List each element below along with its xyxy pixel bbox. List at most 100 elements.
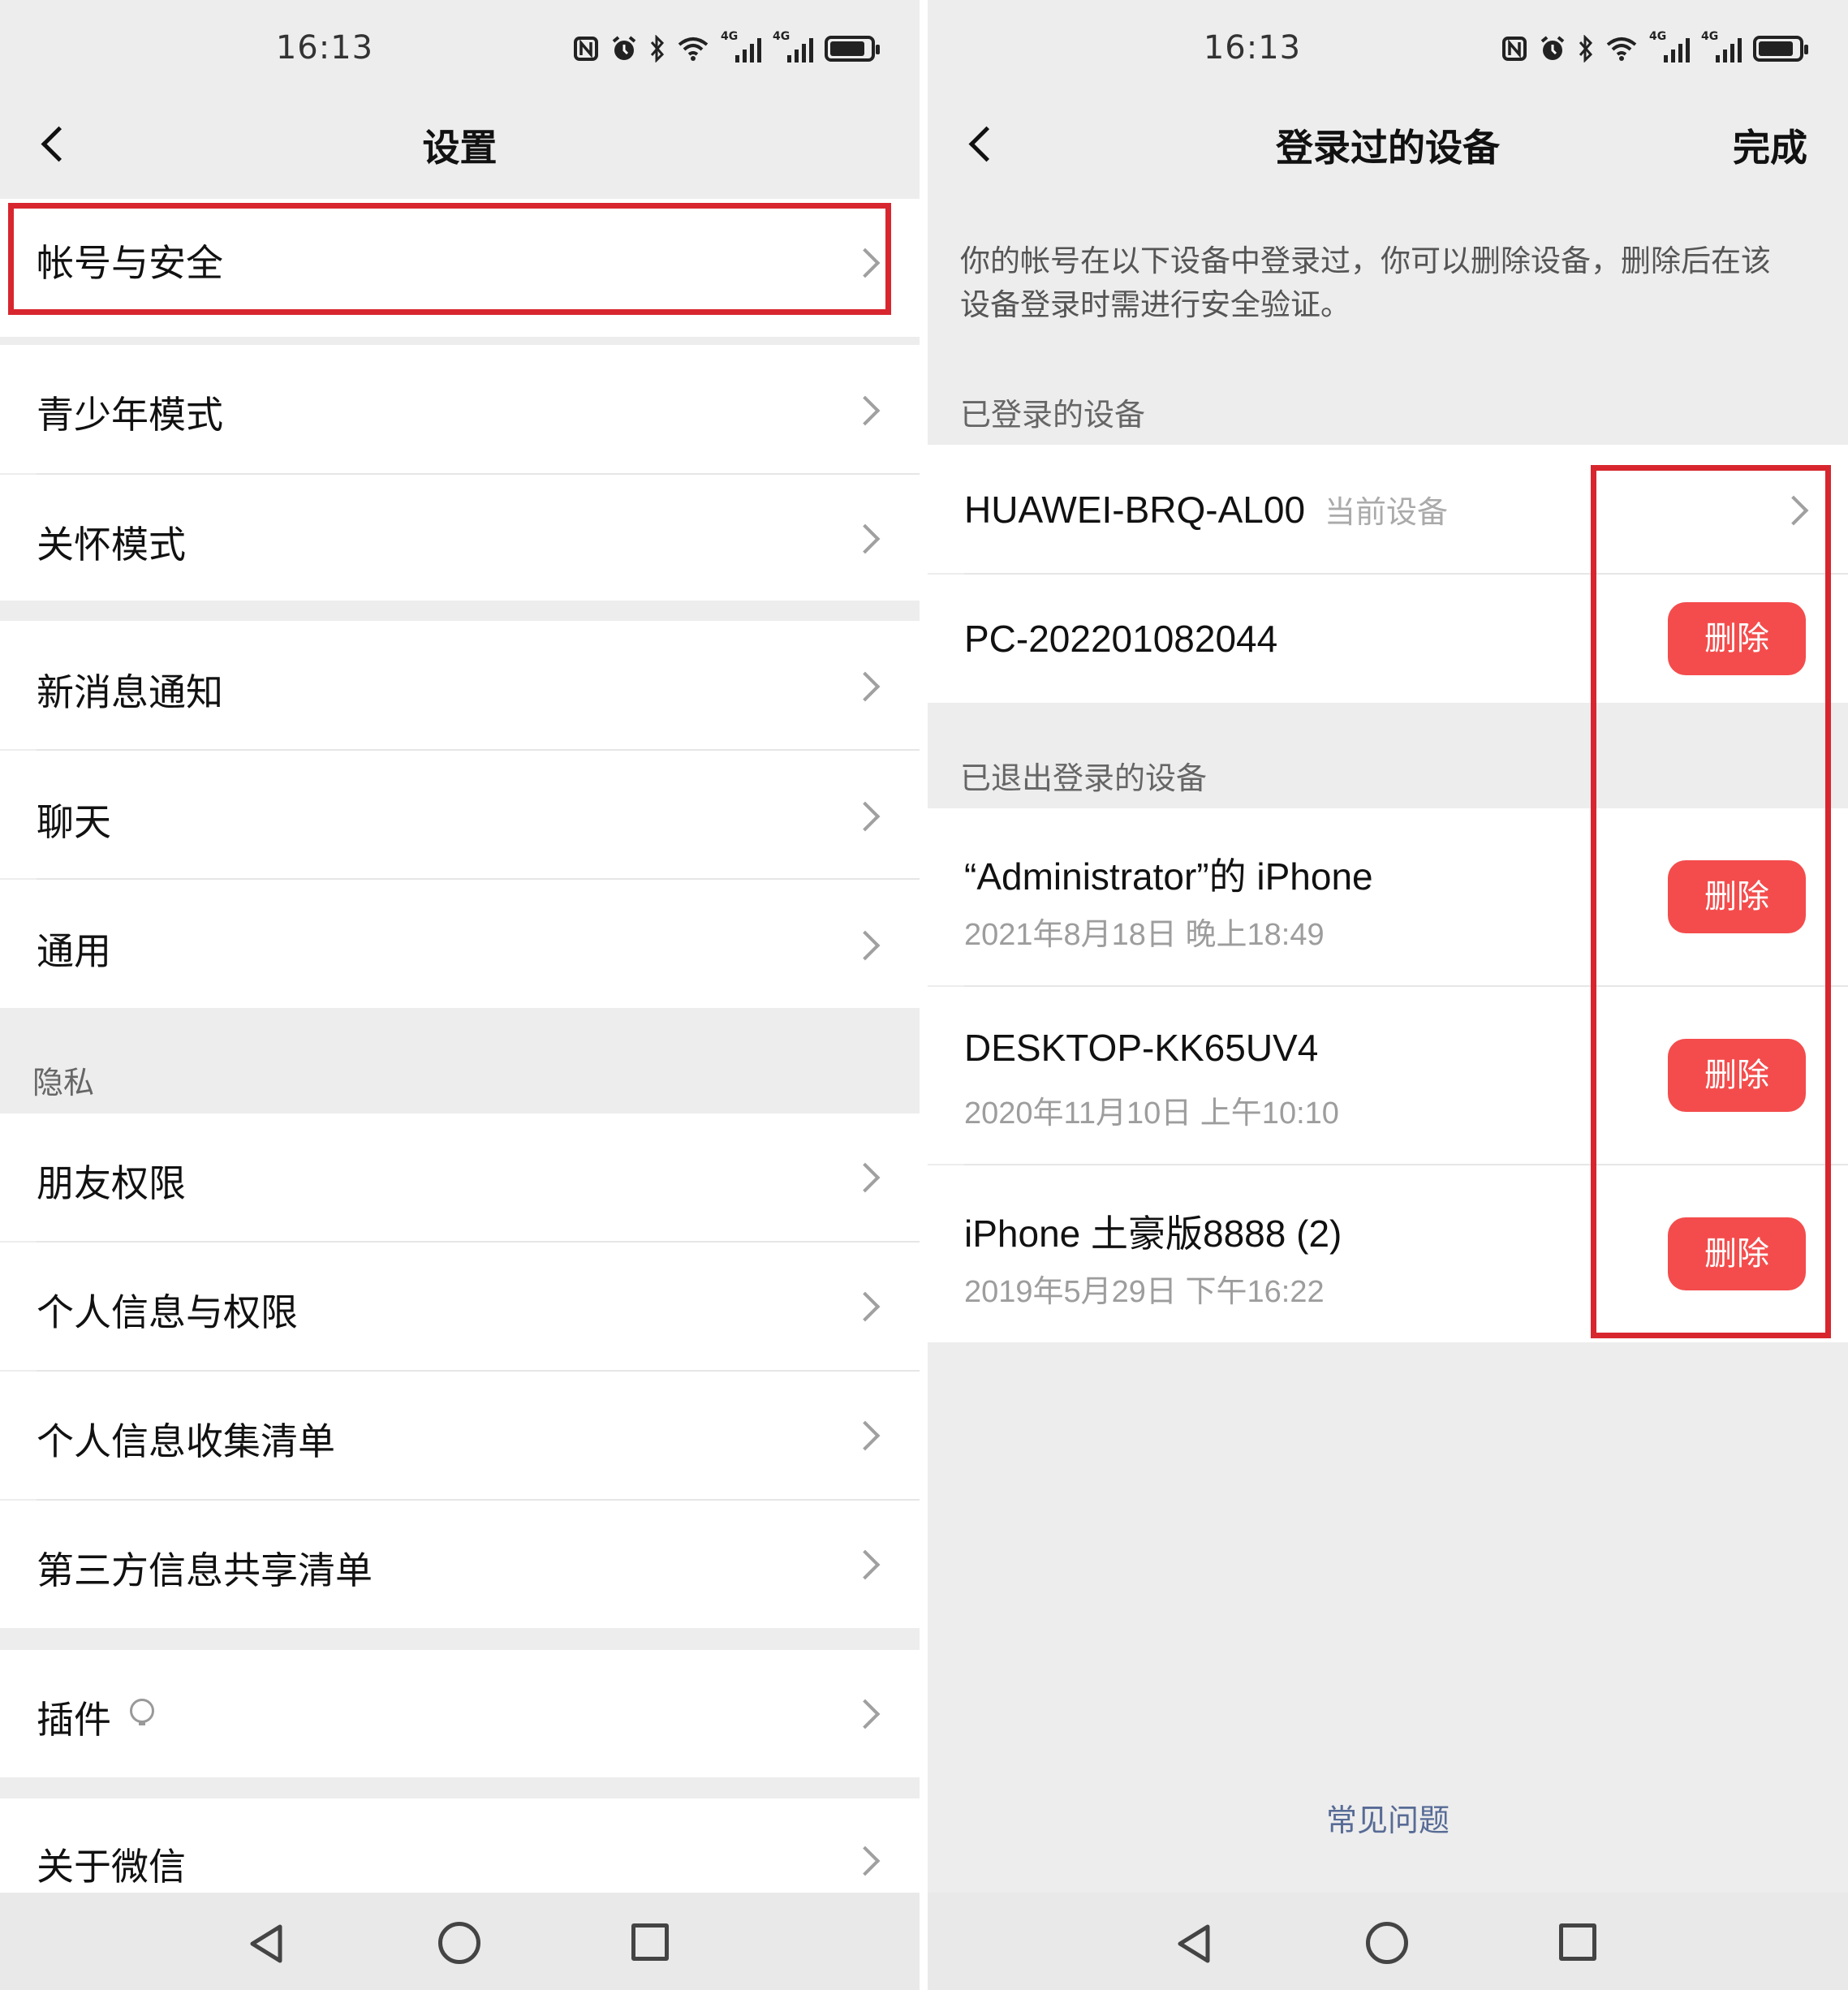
wifi-icon — [677, 32, 709, 65]
settings-item-youth-mode[interactable]: 青少年模式 — [0, 345, 920, 473]
system-nav-bar — [0, 1893, 920, 1990]
logged-devices-screen: 16:13 4G 4G 登录过的设备 完成 你的帐号在以下设备中登录过，你可以删… — [928, 0, 1848, 1990]
settings-screen: 16:13 4G 4G 设置 帐号与安全 青少年模式 关怀模式 新消息通知 聊天… — [0, 0, 920, 1990]
faq-link[interactable]: 常见问题 — [928, 1795, 1848, 1840]
section-header-logged-in: 已登录的设备 — [960, 397, 1146, 433]
device-row: iPhone 土豪版8888 (2) 2019年5月29日 下午16:22 删除 — [928, 1165, 1848, 1342]
chevron-right-icon — [851, 930, 879, 958]
status-icons: 4G 4G — [1501, 30, 1808, 65]
nav-back-icon[interactable] — [248, 1923, 285, 1964]
device-row: DESKTOP-KK65UV4 2020年11月10日 上午10:10 删除 — [928, 987, 1848, 1164]
delete-button[interactable]: 删除 — [1668, 860, 1806, 933]
settings-item-label: 关于微信 — [37, 1845, 186, 1889]
chevron-right-icon — [851, 1846, 879, 1873]
settings-item-label: 第三方信息共享清单 — [37, 1548, 373, 1592]
chevron-right-icon — [851, 1291, 879, 1319]
settings-item-care-mode[interactable]: 关怀模式 — [0, 475, 920, 601]
status-icons: 4G 4G — [573, 30, 880, 65]
network-type-label: 4G — [1701, 30, 1719, 43]
nav-back-icon[interactable] — [1175, 1923, 1213, 1964]
network-type-label: 4G — [773, 30, 790, 43]
top-nav: 登录过的设备 完成 — [928, 106, 1848, 199]
chevron-right-icon — [851, 1549, 879, 1577]
current-device-tag: 当前设备 — [1325, 496, 1449, 530]
device-row: “Administrator”的 iPhone 2021年8月18日 晚上18:… — [928, 808, 1848, 985]
settings-item-label: 插件 — [37, 1698, 111, 1742]
plugin-bulb-icon — [130, 1699, 154, 1725]
section-header-privacy: 隐私 — [32, 1065, 95, 1101]
settings-item-notifications[interactable]: 新消息通知 — [0, 621, 920, 749]
chevron-right-icon — [1780, 495, 1807, 523]
nfc-icon — [573, 32, 599, 65]
settings-item-label: 通用 — [37, 929, 111, 973]
nfc-icon — [1501, 32, 1527, 65]
section-header-logged-out: 已退出登录的设备 — [960, 760, 1208, 796]
settings-item-label: 青少年模式 — [37, 393, 223, 437]
nav-home-icon[interactable] — [1366, 1922, 1408, 1964]
chevron-right-icon — [851, 1699, 879, 1726]
device-name: HUAWEI-BRQ-AL00 当前设备 — [964, 487, 1448, 532]
settings-item-label: 关怀模式 — [37, 523, 186, 566]
nav-recent-icon[interactable] — [1559, 1923, 1596, 1961]
system-nav-bar — [928, 1893, 1848, 1990]
signal-icon: 4G — [1701, 30, 1742, 62]
battery-icon — [825, 36, 880, 62]
chevron-right-icon — [851, 248, 879, 275]
battery-icon — [1753, 36, 1808, 62]
device-last-login: 2021年8月18日 晚上18:49 — [964, 918, 1325, 952]
device-row-current[interactable]: HUAWEI-BRQ-AL00 当前设备 — [928, 445, 1848, 573]
settings-item-general[interactable]: 通用 — [0, 880, 920, 1008]
nav-home-icon[interactable] — [438, 1922, 480, 1964]
settings-item-friend-permissions[interactable]: 朋友权限 — [0, 1113, 920, 1241]
signal-icon: 4G — [1649, 30, 1690, 62]
chevron-right-icon — [851, 1420, 879, 1448]
device-last-login: 2019年5月29日 下午16:22 — [964, 1275, 1325, 1309]
settings-item-label: 个人信息收集清单 — [37, 1419, 335, 1463]
device-row: PC-202201082044 删除 — [928, 575, 1848, 703]
settings-item-label: 个人信息与权限 — [37, 1290, 298, 1334]
settings-item-about[interactable]: 关于微信 — [0, 1798, 920, 1896]
chevron-right-icon — [851, 395, 879, 423]
settings-item-third-party-sharing[interactable]: 第三方信息共享清单 — [0, 1501, 920, 1628]
delete-button[interactable]: 删除 — [1668, 1039, 1806, 1112]
chevron-right-icon — [851, 671, 879, 699]
bluetooth-icon — [1578, 32, 1594, 65]
devices-description: 你的帐号在以下设备中登录过，你可以删除设备，删除后在该设备登录时需进行安全验证。 — [960, 243, 1771, 322]
status-bar: 16:13 4G 4G — [928, 0, 1848, 106]
device-last-login: 2020年11月10日 上午10:10 — [964, 1096, 1339, 1131]
nav-recent-icon[interactable] — [631, 1923, 669, 1961]
top-nav: 设置 — [0, 106, 920, 199]
device-name: iPhone 土豪版8888 (2) — [964, 1213, 1342, 1255]
signal-icon: 4G — [773, 30, 813, 62]
done-button[interactable]: 完成 — [1733, 118, 1807, 172]
settings-item-chat[interactable]: 聊天 — [0, 751, 920, 878]
settings-item-account-security[interactable]: 帐号与安全 — [0, 199, 920, 337]
chevron-right-icon — [851, 1162, 879, 1190]
delete-button[interactable]: 删除 — [1668, 602, 1806, 675]
alarm-icon — [1539, 32, 1566, 65]
signal-icon: 4G — [721, 30, 761, 62]
wifi-icon — [1605, 32, 1638, 65]
alarm-icon — [610, 32, 638, 65]
network-type-label: 4G — [1649, 30, 1667, 43]
status-time: 16:13 — [275, 29, 374, 67]
settings-item-label: 新消息通知 — [37, 670, 223, 714]
network-type-label: 4G — [721, 30, 739, 43]
settings-item-personal-info-list[interactable]: 个人信息收集清单 — [0, 1372, 920, 1499]
settings-item-plugins[interactable]: 插件 — [0, 1650, 920, 1777]
settings-item-label: 聊天 — [37, 800, 111, 844]
device-name: DESKTOP-KK65UV4 — [964, 1027, 1319, 1069]
device-name-text: HUAWEI-BRQ-AL00 — [964, 489, 1306, 531]
status-time: 16:13 — [1203, 29, 1302, 67]
chevron-right-icon — [851, 523, 879, 551]
page-title: 登录过的设备 — [1276, 126, 1500, 170]
settings-item-personal-info-permissions[interactable]: 个人信息与权限 — [0, 1243, 920, 1370]
settings-item-label: 帐号与安全 — [37, 241, 223, 285]
settings-item-label: 朋友权限 — [37, 1161, 186, 1205]
status-bar: 16:13 4G 4G — [0, 0, 920, 106]
device-name: “Administrator”的 iPhone — [964, 855, 1373, 898]
device-name: PC-202201082044 — [964, 618, 1278, 660]
chevron-right-icon — [851, 801, 879, 829]
delete-button[interactable]: 删除 — [1668, 1217, 1806, 1290]
page-title: 设置 — [422, 126, 498, 170]
